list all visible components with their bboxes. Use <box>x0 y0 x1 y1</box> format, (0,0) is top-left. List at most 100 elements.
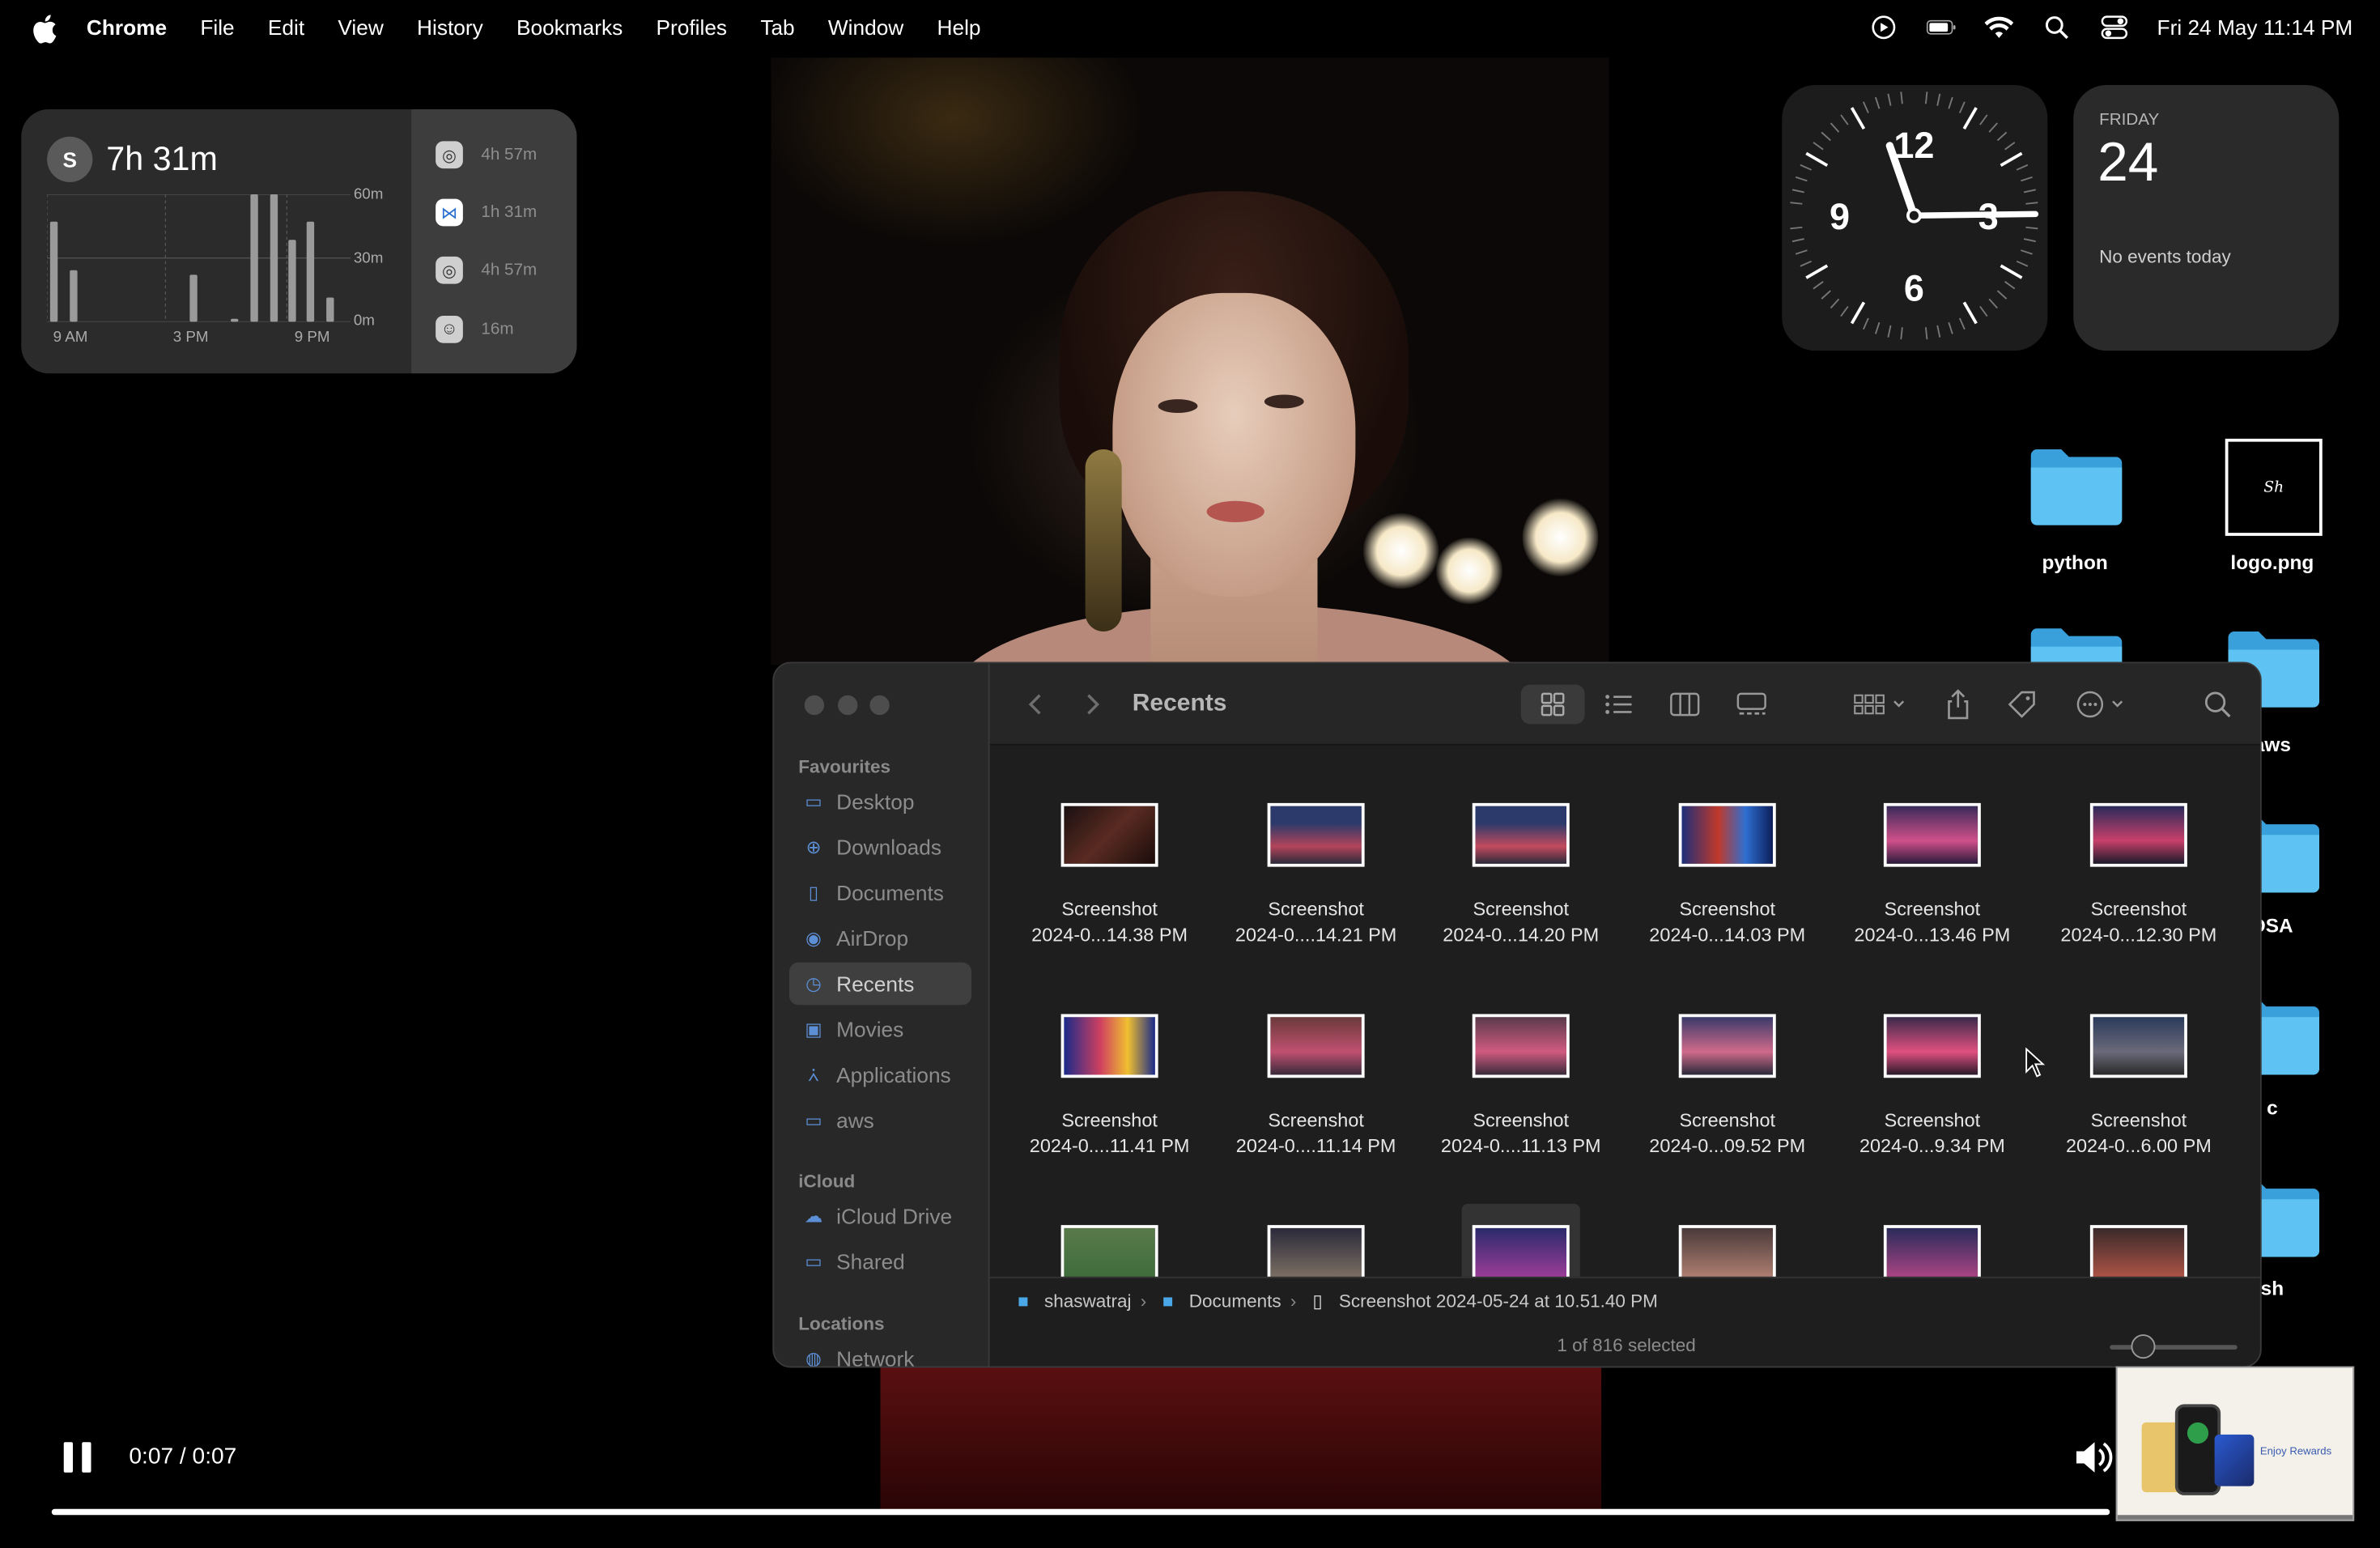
file-item[interactable] <box>1218 1225 1415 1277</box>
calendar-widget[interactable]: FRIDAY 24 No events today <box>2073 85 2340 351</box>
file-date: 2024-0...13.46 PM <box>1854 924 2011 946</box>
sidebar-item-airdrop[interactable]: ◉ AirDrop <box>789 917 971 960</box>
close-window-button[interactable] <box>804 695 825 716</box>
share-icon[interactable] <box>1943 685 1974 725</box>
file-item[interactable]: Screenshot 2024-0....11.41 PM <box>1011 1014 1209 1160</box>
file-item[interactable]: Screenshot 2024-0...12.30 PM <box>2040 802 2238 949</box>
path-segment[interactable]: Screenshot 2024-05-24 at 10.51.40 PM <box>1339 1290 1658 1311</box>
wifi-icon[interactable] <box>1984 14 2015 41</box>
tag-icon[interactable] <box>2007 685 2038 725</box>
menu-tab[interactable]: Tab <box>760 15 794 40</box>
screen-time-app-list: ◎ 4h 57m ⋈ 1h 31m ◎ 4h 57m ☺ 16m <box>411 109 577 374</box>
file-item[interactable]: Screenshot 2024-0....11.13 PM <box>1422 1014 1620 1160</box>
zoom-window-button[interactable] <box>869 695 890 716</box>
folder-icon[interactable] <box>2028 626 2125 666</box>
file-name: Screenshot <box>1679 899 1776 921</box>
search-icon[interactable] <box>2201 685 2234 725</box>
clock-tick-mark <box>1996 131 2008 142</box>
menu-profiles[interactable]: Profiles <box>657 15 728 40</box>
pause-icon[interactable] <box>61 1440 94 1476</box>
forward-icon[interactable] <box>1081 685 1105 725</box>
clock-widget[interactable]: 12 3 6 9 <box>1782 85 2048 351</box>
file-item[interactable]: Screenshot 2024-0....14.21 PM <box>1218 802 1415 949</box>
clock-tick-mark <box>1948 321 1953 334</box>
clock-tick-mark <box>1805 151 1829 167</box>
icon-size-slider-handle[interactable] <box>2131 1334 2156 1359</box>
sidebar-item-applications[interactable]: ⩑ Applications <box>789 1053 971 1096</box>
file-item[interactable] <box>1011 1225 1209 1277</box>
path-segment[interactable]: shaswatraj <box>1044 1290 1132 1311</box>
gallery-view-icon[interactable] <box>1733 685 1770 725</box>
sidebar-item-documents[interactable]: ▯ Documents <box>789 871 971 914</box>
clock-tick-mark <box>1958 101 1966 113</box>
clock-tick-mark <box>1795 249 1808 255</box>
cloud-icon: ☁ <box>804 1205 823 1227</box>
volume-icon[interactable] <box>2073 1436 2113 1479</box>
file-item[interactable] <box>2040 1225 2238 1277</box>
file-item[interactable]: Screenshot 2024-0...9.34 PM <box>1834 1014 2031 1160</box>
window-title: Recents <box>1132 691 1227 717</box>
file-item[interactable]: Screenshot 2024-0....11.14 PM <box>1218 1014 1415 1160</box>
app-usage-row: ☺ 16m <box>436 316 514 343</box>
control-center-icon[interactable] <box>2099 14 2130 41</box>
finder-sidebar: Favourites ▭ Desktop ⊕ Downloads ▯ Document… <box>774 663 990 1368</box>
globe-icon: ◍ <box>805 1348 822 1368</box>
menu-help[interactable]: Help <box>937 15 981 40</box>
clock-tick-mark <box>1979 305 1988 317</box>
more-actions-icon[interactable] <box>2073 685 2134 725</box>
desktop-item-logo[interactable]: logo.png <box>2181 551 2363 574</box>
list-view-icon[interactable] <box>1600 685 1636 725</box>
menu-history[interactable]: History <box>417 15 483 40</box>
menu-clock[interactable]: Fri 24 May 11:14 PM <box>2157 15 2353 40</box>
icon-size-slider[interactable] <box>2110 1345 2238 1350</box>
sidebar-item-aws[interactable]: ▭ aws <box>789 1099 971 1142</box>
file-item[interactable]: Screenshot 2024-0...09.52 PM <box>1629 1014 1826 1160</box>
sidebar-item-movies[interactable]: ▣ Movies <box>789 1008 971 1051</box>
sidebar-item-desktop[interactable]: ▭ Desktop <box>789 780 971 823</box>
file-item[interactable]: Screenshot 2024-0...14.38 PM <box>1011 802 1209 949</box>
file-item[interactable] <box>1629 1225 1826 1277</box>
back-icon[interactable] <box>1023 685 1048 725</box>
playback-progress-bar[interactable] <box>51 1508 2110 1516</box>
sidebar-item-shared[interactable]: ▭ Shared <box>789 1240 971 1283</box>
menu-edit[interactable]: Edit <box>268 15 304 40</box>
spotlight-search-icon[interactable] <box>2042 14 2072 41</box>
file-item[interactable] <box>1834 1225 2031 1277</box>
sidebar-item-recents[interactable]: ◷ Recents <box>789 962 971 1006</box>
path-segment[interactable]: Documents <box>1189 1290 1281 1311</box>
clock-tick-mark <box>1790 202 1803 205</box>
sidebar-item-icloud-drive[interactable]: ☁ iCloud Drive <box>789 1195 971 1238</box>
minimize-window-button[interactable] <box>838 695 858 716</box>
sidebar-item-network[interactable]: ◍ Network <box>789 1337 971 1368</box>
icon-view-button[interactable] <box>1520 684 1585 725</box>
folder-icon: ▭ <box>805 1109 822 1131</box>
file-thumbnail <box>1267 1014 1365 1078</box>
menu-bookmarks[interactable]: Bookmarks <box>516 15 623 40</box>
clock-tick-mark <box>1862 317 1869 330</box>
file-item[interactable]: Screenshot 2024-0...6.00 PM <box>2040 1014 2238 1160</box>
now-playing-icon[interactable] <box>1868 14 1899 41</box>
file-item[interactable]: Screenshot 2024-0...14.03 PM <box>1629 802 1826 949</box>
file-item[interactable]: Screenshot 2024-0...14.20 PM <box>1422 802 1620 949</box>
file-item[interactable]: Screenshot 2024-0...13.46 PM <box>1834 802 2031 949</box>
picture-in-picture-window[interactable]: Enjoy Rewards <box>2115 1366 2355 1521</box>
desktop-item-python[interactable]: python <box>1984 551 2166 574</box>
menu-window[interactable]: Window <box>828 15 903 40</box>
file-thumbnail <box>2089 802 2187 867</box>
apple-icon[interactable] <box>31 14 58 45</box>
menu-file[interactable]: File <box>200 15 234 40</box>
menu-view[interactable]: View <box>338 15 383 40</box>
file-item[interactable] <box>1422 1203 1620 1277</box>
folder-icon[interactable] <box>2028 446 2125 525</box>
image-file-icon[interactable]: Sh <box>2225 438 2323 536</box>
menu-app-name[interactable]: Chrome <box>87 15 167 40</box>
column-view-icon[interactable] <box>1667 685 1703 725</box>
battery-icon[interactable] <box>1927 14 1957 41</box>
file-date: 2024-0....11.14 PM <box>1235 1135 1396 1157</box>
video-frame[interactable] <box>771 57 1609 666</box>
sidebar-item-downloads[interactable]: ⊕ Downloads <box>789 826 971 869</box>
screen-time-widget[interactable]: S 7h 31m 60m 30m 0m 9 AM 3 PM 9 PM ◎ 4h … <box>21 109 577 374</box>
clock-tick-mark <box>2000 264 2023 279</box>
group-by-icon[interactable] <box>1849 685 1913 725</box>
clock-tick-mark <box>1900 327 1903 340</box>
